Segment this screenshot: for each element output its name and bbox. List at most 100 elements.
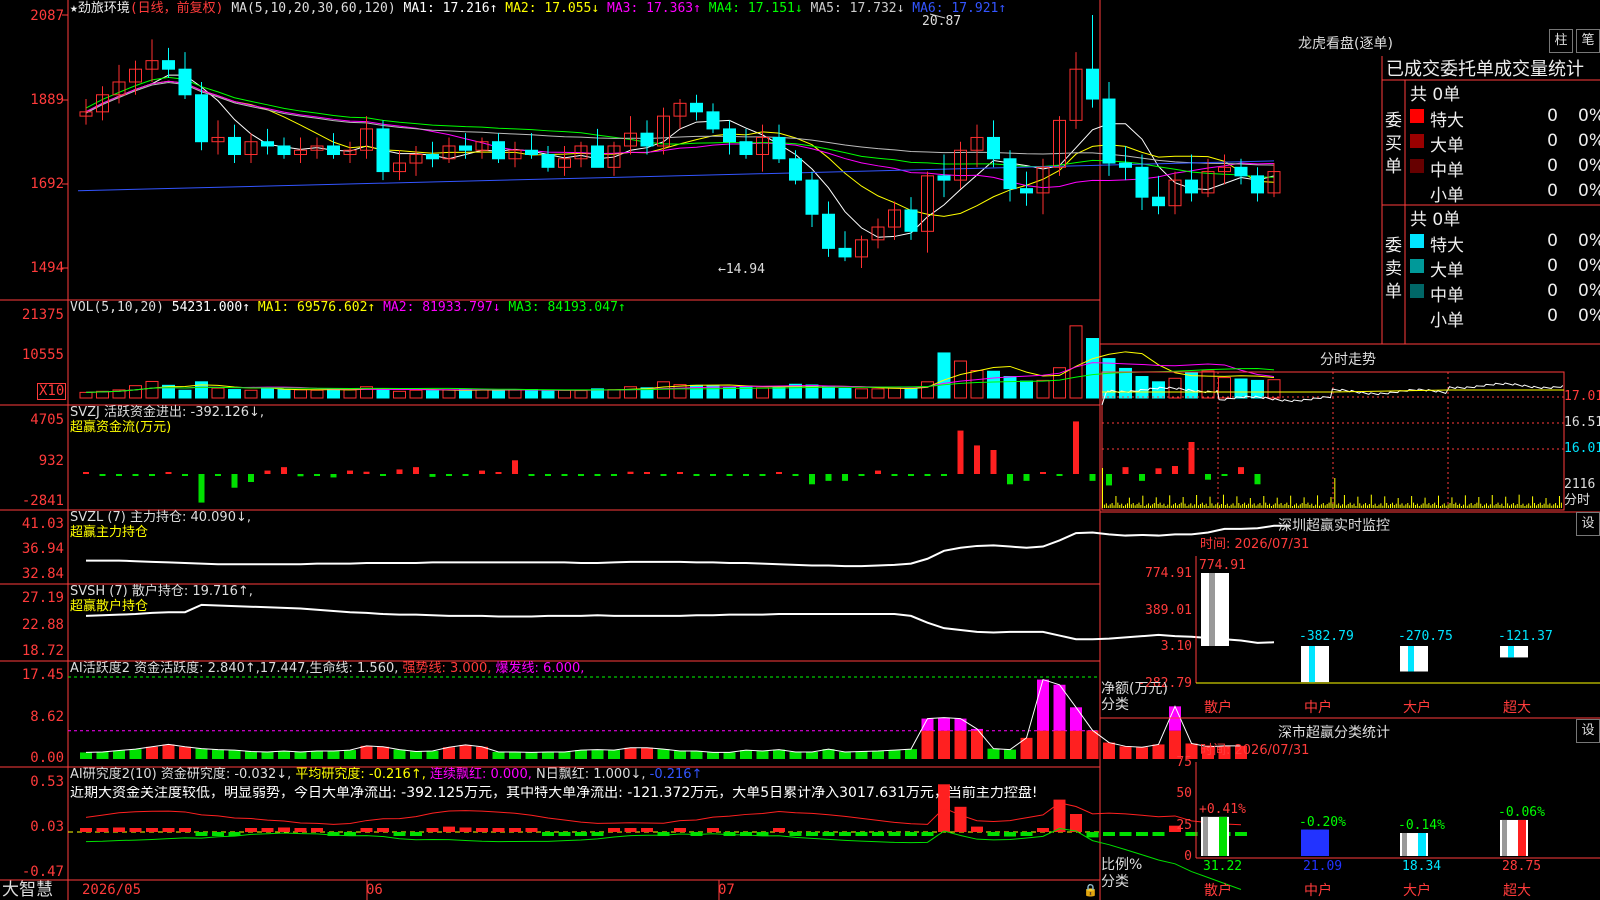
candle (789, 158, 802, 181)
class-bar-change: -0.14% (1398, 818, 1445, 833)
volume-bar (756, 387, 769, 399)
activity-bar (393, 749, 406, 759)
fenshi-vol-bar (1228, 506, 1230, 508)
fenshi-vol-bar (1226, 503, 1228, 508)
volume-bar (508, 389, 522, 399)
class-bar-value: 21.09 (1303, 859, 1343, 874)
fenshi-vol-bar (1368, 504, 1370, 508)
research-bar (360, 828, 373, 832)
fenshi-vol-bar (1447, 504, 1449, 508)
fenshi-vol-bar (1395, 503, 1397, 508)
fenshi-vol-bar (1153, 503, 1155, 508)
lock-icon[interactable]: 🔒 (1083, 883, 1098, 898)
fenshi-vol-bar (1270, 506, 1272, 508)
candle (1003, 158, 1017, 190)
fenshi-vol-bar (1199, 504, 1201, 508)
fenshi-vol-bar (1232, 503, 1234, 508)
fenshi-vol-bar (1455, 502, 1457, 508)
fenshi-vol-tick: 2116 (1564, 477, 1596, 492)
candle (525, 149, 538, 156)
fenshi-vol-bar (1121, 503, 1123, 508)
tick-mode-button[interactable]: 笔 (1576, 29, 1600, 53)
candle (591, 145, 604, 168)
fenshi-vol-bar (1399, 504, 1401, 508)
research-bar (278, 827, 290, 832)
fenshi-vol-bar (1418, 506, 1420, 508)
activity-bar (954, 718, 967, 731)
research-bar (575, 832, 587, 836)
fenshi-vol-bar (1265, 502, 1267, 508)
flow-bar (347, 470, 353, 474)
fenshi-vol-bar (1420, 504, 1422, 508)
activity-bar (344, 750, 356, 759)
svsh-sub: 超赢散户持仓 (70, 599, 149, 614)
price-ytick: 1692 (30, 176, 64, 192)
research-bar (294, 828, 307, 832)
activity-bar (674, 751, 686, 759)
price-panel-header: ★劲旅环境(日线，前复权) MA(5,10,20,30,60,120) MA1:… (70, 1, 1006, 16)
flow-bar (1122, 467, 1129, 474)
flow-bar (512, 460, 518, 474)
activity-bar (1004, 749, 1016, 759)
kline-main-area[interactable]: ★劲旅环境(日线，前复权) MA(5,10,20,30,60,120) MA1:… (0, 0, 1600, 900)
activity-bar (327, 751, 340, 759)
research-bar (872, 832, 884, 836)
sz-class-settings-button[interactable]: 设 (1576, 719, 1600, 743)
flow-bar (660, 474, 667, 476)
volume-bar (937, 352, 951, 399)
fenshi-vol-bar (1159, 502, 1161, 508)
activity-bar (921, 718, 934, 731)
fenshi-vol-bar (1551, 505, 1553, 508)
activity-bar (278, 751, 290, 759)
stat-title: 已成交委托单成交量统计 (1386, 59, 1584, 80)
sz-monitor-settings-button[interactable]: 设 (1576, 512, 1600, 536)
flow-bar (908, 474, 914, 476)
activity-bar (954, 730, 967, 759)
ai-research-header: AI研究度2(10) 资金研究度: -0.032↓, 平均研究度: -0.216… (70, 767, 702, 782)
candle (327, 145, 340, 156)
fenshi-vol-bar (1474, 504, 1476, 508)
candle (1234, 166, 1248, 177)
fenshi-vol-bar (1253, 503, 1255, 508)
fenshi-vol-bar (1249, 498, 1251, 508)
order-pct: 0% (1578, 306, 1600, 326)
vol-ma-value-1: MA1: 69576.602↑ (250, 300, 376, 315)
volume-bar (1251, 379, 1264, 399)
fenshi-vol-bar (1524, 506, 1526, 508)
fenshi-vol-bar (1171, 505, 1173, 508)
fenshi-vol-bar (1434, 502, 1436, 508)
fenshi-vol-bar (1244, 502, 1246, 508)
candle (228, 136, 241, 156)
chart-canvas[interactable] (0, 0, 1600, 900)
fenshi-vol-bar (1278, 504, 1280, 508)
fenshi-vol-bar (1103, 504, 1105, 508)
volume-bar (805, 384, 819, 399)
sz-class-xlabel: 分类 (1101, 874, 1129, 890)
order-pct: 0% (1578, 131, 1600, 151)
column-mode-button[interactable]: 柱 (1549, 29, 1573, 53)
activity-bar (509, 751, 521, 759)
fenshi-vol-bar (1472, 505, 1474, 508)
retail-position-line (85, 603, 1275, 644)
svzj-ytick: 4705 (30, 412, 64, 428)
fenshi-vol-bar (1102, 468, 1103, 508)
fenshi-vol-bar (1113, 505, 1115, 508)
ai-active-ytick: 17.45 (21, 667, 64, 683)
order-count: 0 (1547, 256, 1558, 276)
candle (492, 141, 505, 160)
research-bar (1020, 832, 1033, 836)
fenshi-vol-bar (1428, 503, 1430, 508)
research-bar (608, 828, 620, 832)
fenshi-ytick: 17.01 (1564, 389, 1600, 404)
fenshi-vol-bar (1301, 503, 1303, 508)
fenshi-vol-bar (1115, 496, 1117, 508)
fenshi-vol-bar (1215, 504, 1217, 508)
fenshi-vol-bar (1372, 505, 1374, 508)
order-name: 小单 (1430, 311, 1464, 331)
fenshi-vol-bar (1366, 505, 1368, 508)
flow-bar (644, 472, 650, 474)
volume-bar (888, 387, 901, 399)
ai-research-comment: 近期大资金关注度较低，明显弱势，今日大单净流出: -392.125万元，其中特大… (70, 786, 1038, 801)
fenshi-vol-bar (1558, 496, 1560, 508)
ai-active-ytick: 0.00 (30, 750, 64, 766)
